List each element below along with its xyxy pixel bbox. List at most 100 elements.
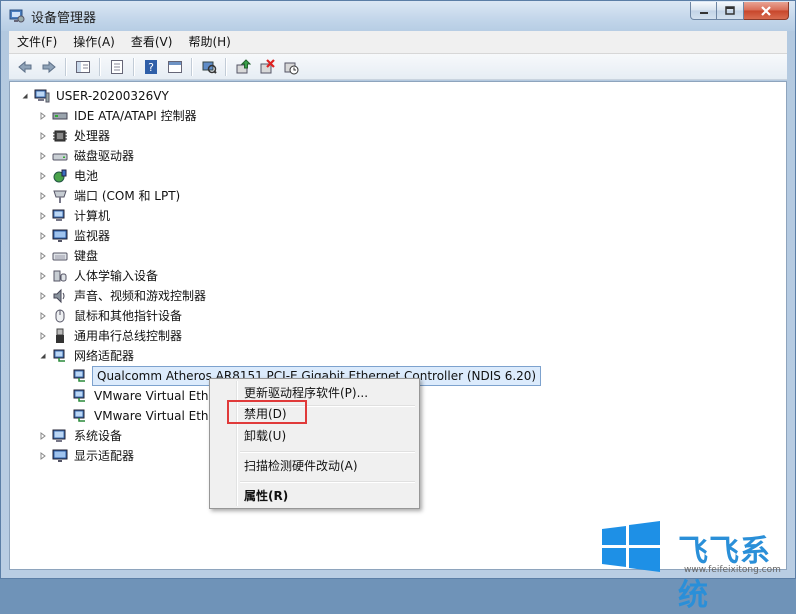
- computer-icon: [34, 88, 50, 104]
- device-manager-window: 设备管理器 文件(F) 操作(A) 查看(V) 帮助(H) ? USER-202…: [0, 0, 796, 579]
- view-icon: [168, 60, 182, 73]
- toolbar-separator: [225, 57, 227, 76]
- tree-category-label: 电池: [74, 169, 99, 183]
- network-adapter-icon: [72, 368, 88, 384]
- toolbar: ?: [9, 54, 787, 80]
- show-hide-tree-button[interactable]: [73, 57, 93, 77]
- highlight-box: [227, 400, 307, 424]
- tree-category[interactable]: 端口 (COM 和 LPT): [38, 186, 182, 206]
- toolbar-separator: [99, 57, 101, 76]
- window-title: 设备管理器: [31, 11, 97, 26]
- scan-hardware-icon: [202, 61, 217, 74]
- expander[interactable]: [38, 171, 48, 181]
- uninstall-button[interactable]: [257, 57, 277, 77]
- expander[interactable]: [38, 131, 48, 141]
- toolbar-separator: [191, 57, 193, 76]
- mouse-icon: [52, 308, 68, 324]
- port-icon: [52, 188, 68, 204]
- chevron-right-icon: [40, 212, 46, 220]
- expander[interactable]: [38, 291, 48, 301]
- help-icon: ?: [145, 59, 157, 74]
- chevron-right-icon: [40, 132, 46, 140]
- tree-category[interactable]: 计算机: [38, 206, 112, 226]
- tree-category[interactable]: 系统设备: [38, 426, 124, 446]
- menu-file[interactable]: 文件(F): [9, 32, 65, 52]
- svg-text:?: ?: [148, 61, 154, 74]
- expander[interactable]: [38, 111, 48, 121]
- window-controls: [690, 2, 789, 21]
- forward-icon: [42, 60, 56, 73]
- tree-category-network[interactable]: 网络适配器: [38, 346, 136, 366]
- tree-category[interactable]: 人体学输入设备: [38, 266, 160, 286]
- tree-category[interactable]: 通用串行总线控制器: [38, 326, 184, 346]
- menu-uninstall[interactable]: 卸载(U): [244, 426, 286, 446]
- tree-category-label: 端口 (COM 和 LPT): [74, 189, 181, 203]
- expander[interactable]: [20, 91, 30, 101]
- expander[interactable]: [38, 311, 48, 321]
- tree-category-label: 声音、视频和游戏控制器: [74, 289, 207, 303]
- expander[interactable]: [38, 331, 48, 341]
- title-bar[interactable]: 设备管理器: [1, 1, 795, 31]
- hid-icon: [52, 268, 68, 284]
- expander[interactable]: [38, 151, 48, 161]
- tree-category[interactable]: 监视器: [38, 226, 112, 246]
- tree-category-label: 磁盘驱动器: [74, 149, 135, 163]
- menu-action[interactable]: 操作(A): [65, 32, 123, 52]
- tree-category-label: 监视器: [74, 229, 111, 243]
- tree-category[interactable]: 磁盘驱动器: [38, 146, 136, 166]
- tree-category-label: 通用串行总线控制器: [74, 329, 183, 343]
- minimize-button[interactable]: [690, 2, 717, 20]
- disable-button[interactable]: [281, 57, 301, 77]
- expander[interactable]: [38, 231, 48, 241]
- network-device-vmware-1[interactable]: VMware Virtual Ethe: [72, 386, 218, 406]
- expander[interactable]: [38, 191, 48, 201]
- battery-icon: [52, 168, 68, 184]
- tree-category-label: 人体学输入设备: [74, 269, 159, 283]
- sound-icon: [52, 288, 68, 304]
- tree-category-label: 系统设备: [74, 429, 123, 443]
- chevron-right-icon: [40, 232, 46, 240]
- menu-help[interactable]: 帮助(H): [180, 32, 238, 52]
- expander[interactable]: [38, 251, 48, 261]
- tree-category[interactable]: IDE ATA/ATAPI 控制器: [38, 106, 199, 126]
- expander[interactable]: [38, 351, 48, 361]
- chevron-right-icon: [40, 312, 46, 320]
- show-hide-tree-icon: [76, 60, 90, 73]
- menu-scan-hardware[interactable]: 扫描检测硬件改动(A): [244, 456, 358, 476]
- view-button[interactable]: [165, 57, 185, 77]
- tree-category-label: 处理器: [74, 129, 111, 143]
- expander[interactable]: [38, 431, 48, 441]
- update-driver-button[interactable]: [233, 57, 253, 77]
- tree-category[interactable]: 处理器: [38, 126, 112, 146]
- close-button[interactable]: [744, 2, 789, 20]
- tree-root[interactable]: USER-20200326VY: [20, 86, 171, 106]
- back-icon: [18, 60, 32, 73]
- expander[interactable]: [38, 211, 48, 221]
- chevron-right-icon: [40, 192, 46, 200]
- chevron-right-icon: [40, 172, 46, 180]
- tree-category-label: 计算机: [74, 209, 111, 223]
- forward-button[interactable]: [39, 57, 59, 77]
- expander[interactable]: [38, 451, 48, 461]
- computer-icon: [52, 208, 68, 224]
- tree-category[interactable]: 电池: [38, 166, 100, 186]
- tree-category-label: 鼠标和其他指针设备: [74, 309, 183, 323]
- tree-category[interactable]: 键盘: [38, 246, 100, 266]
- network-adapter-icon: [52, 348, 68, 364]
- expander[interactable]: [38, 271, 48, 281]
- maximize-icon: [725, 6, 735, 15]
- network-adapter-icon: [72, 388, 88, 404]
- menu-properties[interactable]: 属性(R): [244, 486, 288, 506]
- scan-hardware-button[interactable]: [199, 57, 219, 77]
- tree-category[interactable]: 声音、视频和游戏控制器: [38, 286, 208, 306]
- display-adapter-icon: [52, 448, 68, 464]
- maximize-button[interactable]: [717, 2, 744, 20]
- back-button[interactable]: [15, 57, 35, 77]
- properties-button[interactable]: [107, 57, 127, 77]
- help-button[interactable]: ?: [141, 57, 161, 77]
- menu-view[interactable]: 查看(V): [123, 32, 181, 52]
- network-device-vmware-2[interactable]: VMware Virtual Ethe: [72, 406, 218, 426]
- tree-category[interactable]: 鼠标和其他指针设备: [38, 306, 184, 326]
- properties-icon: [111, 59, 123, 74]
- tree-category[interactable]: 显示适配器: [38, 446, 136, 466]
